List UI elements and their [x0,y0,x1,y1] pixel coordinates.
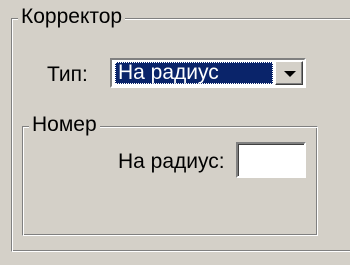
type-combobox[interactable]: На радиус [110,58,306,88]
radius-input[interactable] [236,142,306,178]
combobox-dropdown-button[interactable] [275,61,303,85]
corrector-group-title: Корректор [18,5,126,29]
number-group-title: Номер [29,113,100,137]
chevron-down-icon [284,71,296,77]
radius-label: На радиус: [118,150,225,173]
type-combobox-value[interactable]: На радиус [115,62,273,84]
type-label: Тип: [47,63,88,86]
